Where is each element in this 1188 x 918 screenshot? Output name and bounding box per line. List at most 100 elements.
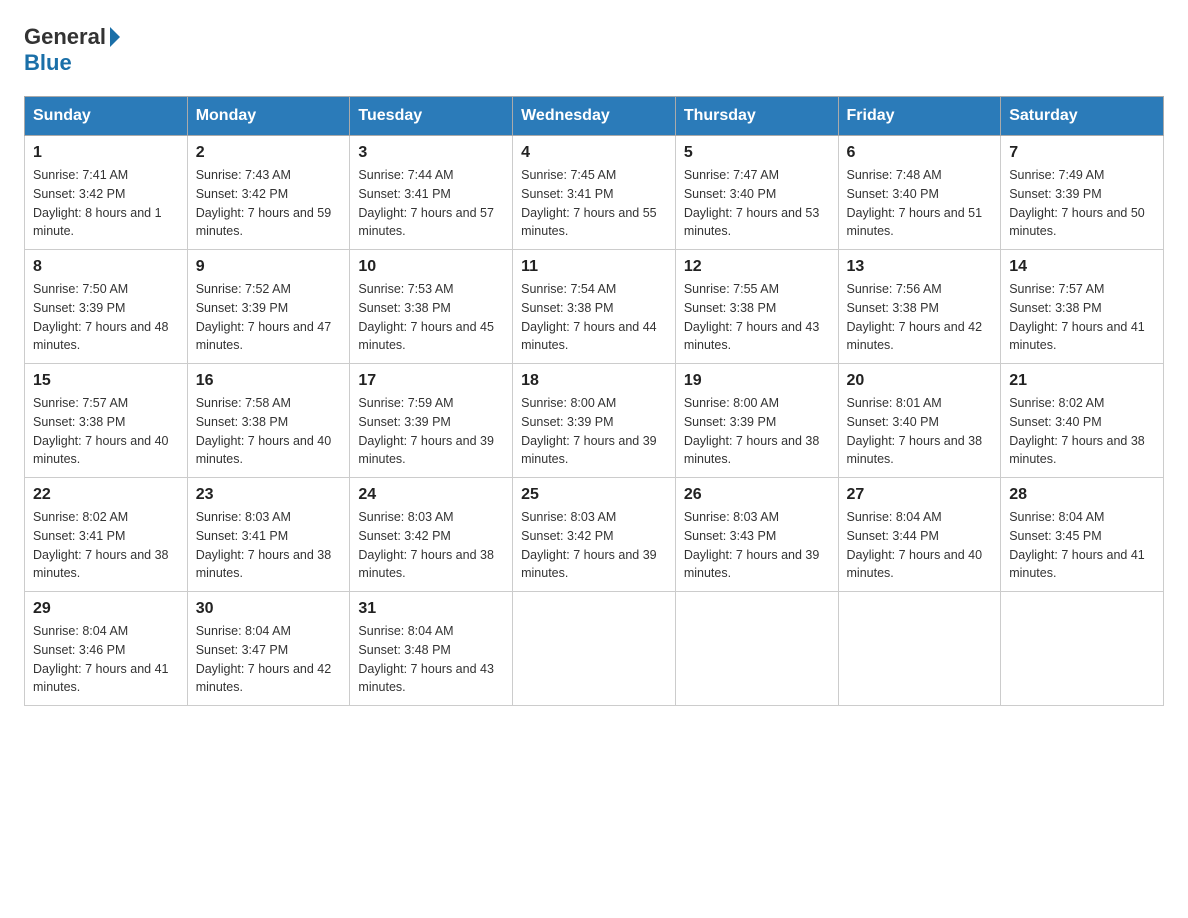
calendar-cell: 3 Sunrise: 7:44 AMSunset: 3:41 PMDaylight… [350,136,513,250]
calendar-cell: 6 Sunrise: 7:48 AMSunset: 3:40 PMDaylight… [838,136,1001,250]
page-header: General Blue [24,24,1164,76]
day-info: Sunrise: 8:04 AMSunset: 3:45 PMDaylight:… [1009,508,1155,583]
day-number: 13 [847,258,993,276]
calendar-day-header: Friday [838,97,1001,136]
day-number: 4 [521,144,667,162]
day-info: Sunrise: 8:03 AMSunset: 3:42 PMDaylight:… [521,508,667,583]
logo: General Blue [24,24,120,76]
day-number: 29 [33,600,179,618]
logo-arrow-icon [110,27,120,47]
day-info: Sunrise: 8:02 AMSunset: 3:41 PMDaylight:… [33,508,179,583]
calendar-cell: 31 Sunrise: 8:04 AMSunset: 3:48 PMDayligh… [350,592,513,706]
calendar-day-header: Wednesday [513,97,676,136]
day-number: 14 [1009,258,1155,276]
day-number: 10 [358,258,504,276]
day-number: 8 [33,258,179,276]
calendar-cell: 29 Sunrise: 8:04 AMSunset: 3:46 PMDayligh… [25,592,188,706]
calendar-week-row: 15Sunrise: 7:57 AMSunset: 3:38 PMDayligh… [25,364,1164,478]
calendar-cell: 30 Sunrise: 8:04 AMSunset: 3:47 PMDayligh… [187,592,350,706]
calendar-cell: 1 Sunrise: 7:41 AMSunset: 3:42 PMDaylight… [25,136,188,250]
day-info: Sunrise: 7:47 AMSunset: 3:40 PMDaylight:… [684,166,830,241]
calendar-cell: 22 Sunrise: 8:02 AMSunset: 3:41 PMDayligh… [25,478,188,592]
calendar-day-header: Thursday [675,97,838,136]
day-info: Sunrise: 8:04 AMSunset: 3:47 PMDaylight:… [196,622,342,697]
calendar-cell: 19Sunrise: 8:00 AMSunset: 3:39 PMDayligh… [675,364,838,478]
calendar-cell: 14 Sunrise: 7:57 AMSunset: 3:38 PMDayligh… [1001,250,1164,364]
calendar-cell: 13 Sunrise: 7:56 AMSunset: 3:38 PMDayligh… [838,250,1001,364]
calendar-cell: 9Sunrise: 7:52 AMSunset: 3:39 PMDaylight… [187,250,350,364]
calendar-cell: 23 Sunrise: 8:03 AMSunset: 3:41 PMDayligh… [187,478,350,592]
calendar-cell: 8 Sunrise: 7:50 AMSunset: 3:39 PMDaylight… [25,250,188,364]
calendar-cell: 2Sunrise: 7:43 AMSunset: 3:42 PMDaylight… [187,136,350,250]
calendar-day-header: Sunday [25,97,188,136]
day-info: Sunrise: 7:54 AMSunset: 3:38 PMDaylight:… [521,280,667,355]
day-info: Sunrise: 7:55 AMSunset: 3:38 PMDaylight:… [684,280,830,355]
day-number: 25 [521,486,667,504]
day-info: Sunrise: 7:59 AMSunset: 3:39 PMDaylight:… [358,394,504,469]
calendar-day-header: Saturday [1001,97,1164,136]
day-number: 9 [196,258,342,276]
day-info: Sunrise: 8:03 AMSunset: 3:41 PMDaylight:… [196,508,342,583]
calendar-week-row: 29 Sunrise: 8:04 AMSunset: 3:46 PMDayligh… [25,592,1164,706]
day-info: Sunrise: 7:48 AMSunset: 3:40 PMDaylight:… [847,166,993,241]
calendar-cell [838,592,1001,706]
day-info: Sunrise: 7:41 AMSunset: 3:42 PMDaylight:… [33,166,179,241]
day-number: 21 [1009,372,1155,390]
calendar-cell: 7 Sunrise: 7:49 AMSunset: 3:39 PMDaylight… [1001,136,1164,250]
day-number: 31 [358,600,504,618]
day-number: 7 [1009,144,1155,162]
calendar-cell: 4 Sunrise: 7:45 AMSunset: 3:41 PMDaylight… [513,136,676,250]
day-number: 24 [358,486,504,504]
day-number: 16 [196,372,342,390]
calendar-cell: 5Sunrise: 7:47 AMSunset: 3:40 PMDaylight… [675,136,838,250]
day-info: Sunrise: 7:57 AMSunset: 3:38 PMDaylight:… [1009,280,1155,355]
day-number: 20 [847,372,993,390]
day-info: Sunrise: 7:44 AMSunset: 3:41 PMDaylight:… [358,166,504,241]
day-info: Sunrise: 7:49 AMSunset: 3:39 PMDaylight:… [1009,166,1155,241]
day-info: Sunrise: 8:02 AMSunset: 3:40 PMDaylight:… [1009,394,1155,469]
calendar-cell: 17 Sunrise: 7:59 AMSunset: 3:39 PMDayligh… [350,364,513,478]
calendar-week-row: 22 Sunrise: 8:02 AMSunset: 3:41 PMDayligh… [25,478,1164,592]
day-info: Sunrise: 8:01 AMSunset: 3:40 PMDaylight:… [847,394,993,469]
day-info: Sunrise: 7:43 AMSunset: 3:42 PMDaylight:… [196,166,342,241]
calendar-cell: 11 Sunrise: 7:54 AMSunset: 3:38 PMDayligh… [513,250,676,364]
day-info: Sunrise: 8:00 AMSunset: 3:39 PMDaylight:… [521,394,667,469]
day-number: 18 [521,372,667,390]
day-info: Sunrise: 7:45 AMSunset: 3:41 PMDaylight:… [521,166,667,241]
day-info: Sunrise: 8:04 AMSunset: 3:44 PMDaylight:… [847,508,993,583]
calendar-table: SundayMondayTuesdayWednesdayThursdayFrid… [24,96,1164,706]
calendar-cell: 26Sunrise: 8:03 AMSunset: 3:43 PMDayligh… [675,478,838,592]
calendar-week-row: 8 Sunrise: 7:50 AMSunset: 3:39 PMDaylight… [25,250,1164,364]
day-number: 28 [1009,486,1155,504]
calendar-cell [1001,592,1164,706]
calendar-day-header: Tuesday [350,97,513,136]
day-info: Sunrise: 8:00 AMSunset: 3:39 PMDaylight:… [684,394,830,469]
day-number: 12 [684,258,830,276]
day-number: 23 [196,486,342,504]
day-info: Sunrise: 8:04 AMSunset: 3:46 PMDaylight:… [33,622,179,697]
calendar-cell: 28 Sunrise: 8:04 AMSunset: 3:45 PMDayligh… [1001,478,1164,592]
day-number: 11 [521,258,667,276]
calendar-cell: 20 Sunrise: 8:01 AMSunset: 3:40 PMDayligh… [838,364,1001,478]
day-info: Sunrise: 7:56 AMSunset: 3:38 PMDaylight:… [847,280,993,355]
day-number: 22 [33,486,179,504]
day-number: 3 [358,144,504,162]
calendar-header-row: SundayMondayTuesdayWednesdayThursdayFrid… [25,97,1164,136]
calendar-cell: 15Sunrise: 7:57 AMSunset: 3:38 PMDayligh… [25,364,188,478]
calendar-cell [675,592,838,706]
day-number: 30 [196,600,342,618]
calendar-cell: 12 Sunrise: 7:55 AMSunset: 3:38 PMDayligh… [675,250,838,364]
day-number: 6 [847,144,993,162]
day-number: 17 [358,372,504,390]
calendar-cell: 27 Sunrise: 8:04 AMSunset: 3:44 PMDayligh… [838,478,1001,592]
logo-general-text: General [24,24,106,50]
calendar-cell: 24Sunrise: 8:03 AMSunset: 3:42 PMDayligh… [350,478,513,592]
day-number: 1 [33,144,179,162]
calendar-cell: 10Sunrise: 7:53 AMSunset: 3:38 PMDayligh… [350,250,513,364]
day-number: 27 [847,486,993,504]
day-info: Sunrise: 8:03 AMSunset: 3:43 PMDaylight:… [684,508,830,583]
day-info: Sunrise: 7:57 AMSunset: 3:38 PMDaylight:… [33,394,179,469]
day-info: Sunrise: 7:50 AMSunset: 3:39 PMDaylight:… [33,280,179,355]
calendar-week-row: 1 Sunrise: 7:41 AMSunset: 3:42 PMDaylight… [25,136,1164,250]
day-info: Sunrise: 8:04 AMSunset: 3:48 PMDaylight:… [358,622,504,697]
